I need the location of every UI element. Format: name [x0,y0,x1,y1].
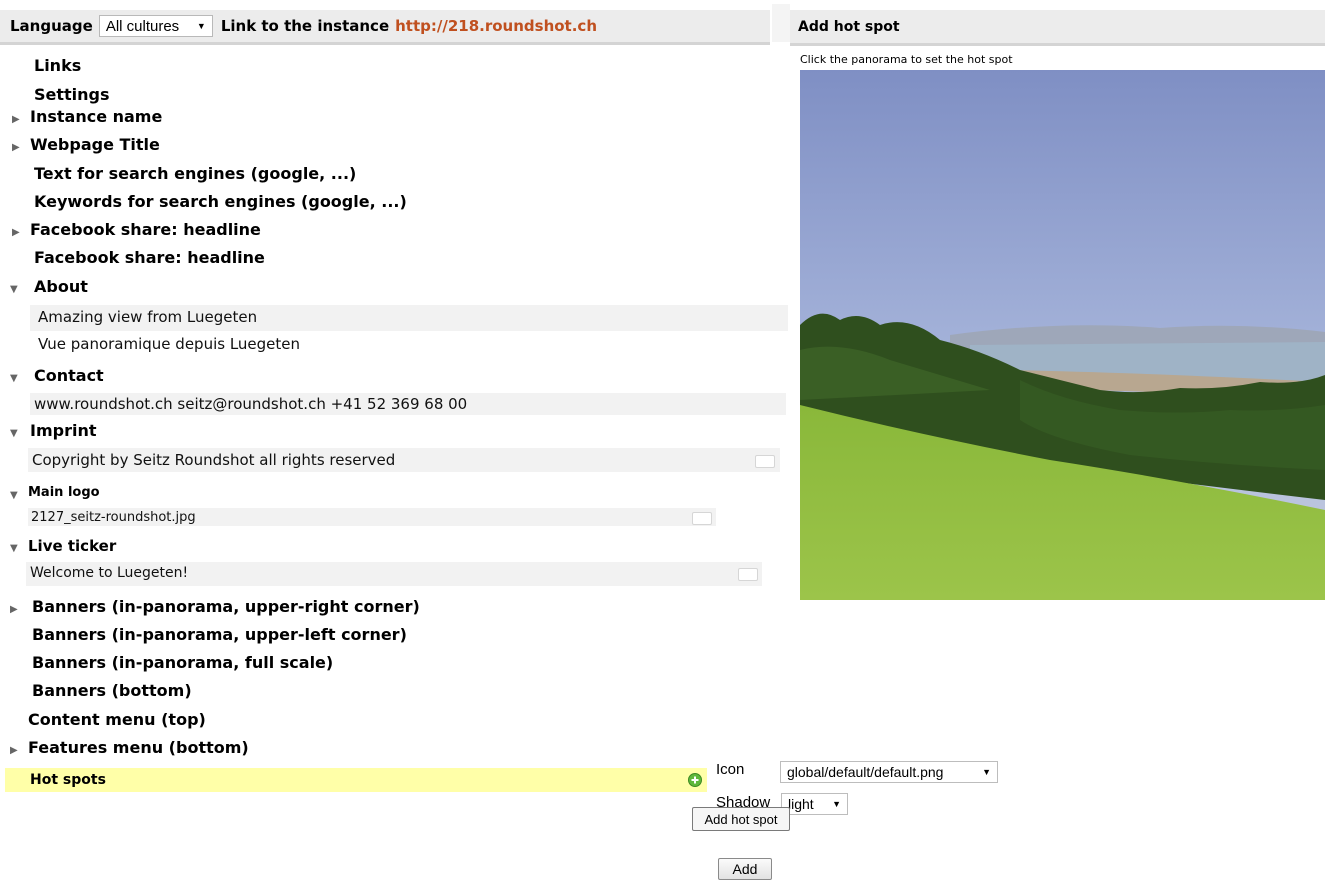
tree-item-content-menu[interactable]: Content menu (top) [28,710,206,729]
panel-title: Add hot spot [798,18,900,35]
collapse-arrow-icon[interactable]: ▼ [10,284,18,295]
splitter[interactable] [772,4,790,42]
icon-select-value: global/default/default.png [787,764,944,780]
language-select[interactable]: All cultures ▼ [98,15,213,37]
panorama-hint: Click the panorama to set the hot spot [800,53,1013,66]
about-line-1: Amazing view from Luegeten [38,308,258,326]
tree-item-contact[interactable]: Contact [34,366,104,385]
add-icon[interactable] [688,772,702,787]
add-hot-spot-tooltip: Add hot spot [692,807,790,831]
tree-item-about[interactable]: About [34,277,88,296]
tree-item-text-search-engines[interactable]: Text for search engines (google, ...) [34,164,356,183]
panorama-picture [800,70,1325,600]
expand-arrow-icon[interactable]: ▶ [10,604,18,615]
tree-item-links[interactable]: Links [34,56,81,75]
shadow-select-value: light [788,796,814,812]
tree-item-keywords-search-engines[interactable]: Keywords for search engines (google, ...… [34,192,407,211]
expand-arrow-icon[interactable]: ▶ [12,114,20,125]
contact-value: www.roundshot.ch seitz@roundshot.ch +41 … [34,395,468,413]
edit-box[interactable] [738,568,758,581]
collapse-arrow-icon[interactable]: ▼ [10,490,18,501]
add-button[interactable]: Add [718,858,772,880]
instance-link[interactable]: http://218.roundshot.ch [395,17,597,35]
tree-item-instance-name[interactable]: Instance name [30,107,162,126]
tree-item-banners-upper-left[interactable]: Banners (in-panorama, upper-left corner) [32,625,407,644]
panorama-image[interactable] [800,70,1325,600]
tree-item-main-logo[interactable]: Main logo [28,485,100,500]
tree-item-banners-upper-right[interactable]: Banners (in-panorama, upper-right corner… [32,597,420,616]
language-label: Language [10,17,93,35]
tree-item-banners-full-scale[interactable]: Banners (in-panorama, full scale) [32,653,333,672]
tree-item-imprint[interactable]: Imprint [30,421,97,440]
collapse-arrow-icon[interactable]: ▼ [10,428,18,439]
language-select-value: All cultures [105,17,180,35]
live-ticker-value: Welcome to Luegeten! [30,565,189,581]
edit-box[interactable] [692,512,712,525]
edit-box[interactable] [755,455,775,468]
instance-link-label: Link to the instance [220,17,390,35]
imprint-value: Copyright by Seitz Roundshot all rights … [32,451,396,469]
chevron-down-icon: ▼ [832,799,841,809]
shadow-select[interactable]: light ▼ [781,793,848,815]
icon-label: Icon [716,761,745,778]
tree-item-banners-bottom[interactable]: Banners (bottom) [32,681,192,700]
top-toolbar: Language All cultures ▼ Link to the inst… [0,10,770,45]
tree-item-facebook-headline[interactable]: Facebook share: headline [34,248,265,267]
tree-item-hot-spots-row[interactable] [5,768,707,792]
tree-item-features-menu[interactable]: Features menu (bottom) [28,738,249,757]
tree-item-settings[interactable]: Settings [34,85,110,104]
chevron-down-icon: ▼ [982,767,991,777]
collapse-arrow-icon[interactable]: ▼ [10,373,18,384]
about-line-2: Vue panoramique depuis Luegeten [38,335,301,353]
chevron-down-icon: ▼ [196,21,206,31]
main-logo-value: 2127_seitz-roundshot.jpg [31,510,196,525]
tree-item-live-ticker[interactable]: Live ticker [28,537,116,555]
icon-select[interactable]: global/default/default.png ▼ [780,761,998,783]
expand-arrow-icon[interactable]: ▶ [12,142,20,153]
tree-item-webpage-title[interactable]: Webpage Title [30,135,160,154]
expand-arrow-icon[interactable]: ▶ [10,745,18,756]
collapse-arrow-icon[interactable]: ▼ [10,543,18,554]
tree-item-hot-spots[interactable]: Hot spots [30,772,106,788]
add-hot-spot-header: Add hot spot [790,10,1325,46]
expand-arrow-icon[interactable]: ▶ [12,227,20,238]
tree-item-facebook-headline[interactable]: Facebook share: headline [30,220,261,239]
